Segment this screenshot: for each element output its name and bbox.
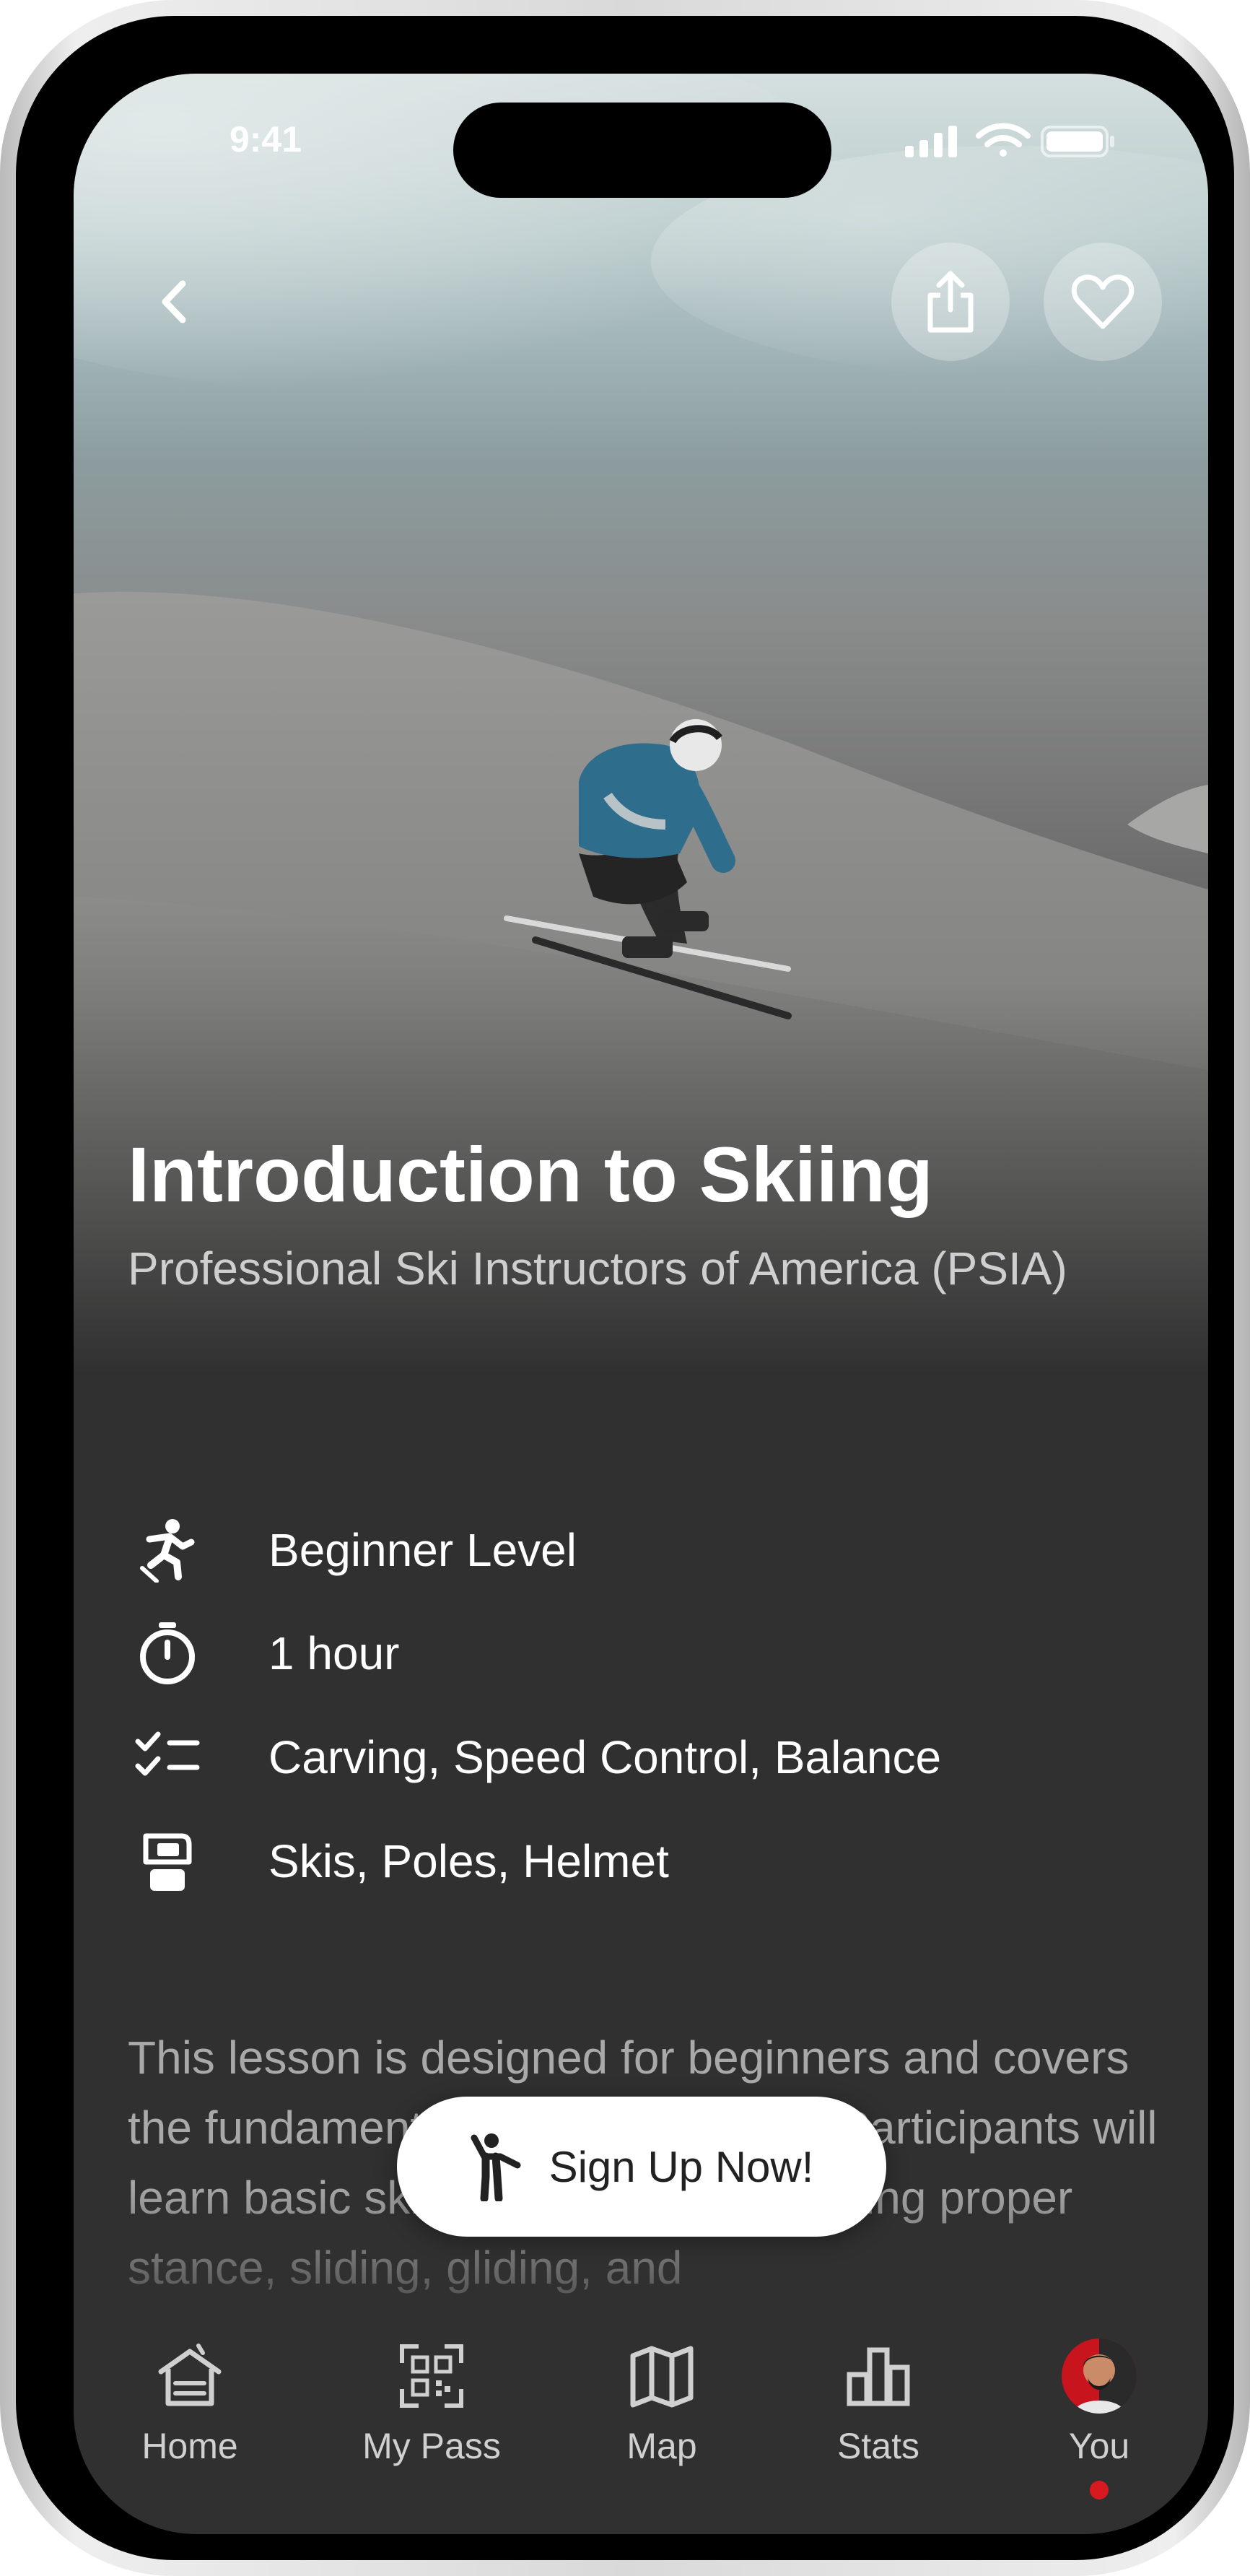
- tab-stats[interactable]: Stats: [795, 2326, 961, 2492]
- share-icon: [927, 271, 974, 333]
- detail-text: 1 hour: [268, 1627, 400, 1679]
- screen: 9:41 Introduction to Skiing Professional…: [74, 74, 1208, 2534]
- tab-label: Stats: [837, 2426, 919, 2466]
- stopwatch-icon: [128, 1614, 207, 1693]
- heart-icon: [1071, 274, 1135, 329]
- phone-bezel: 9:41 Introduction to Skiing Professional…: [16, 16, 1234, 2560]
- back-button[interactable]: [117, 243, 235, 361]
- wifi-icon: [976, 123, 1031, 157]
- lesson-title: Introduction to Skiing: [128, 1131, 933, 1218]
- detail-text: Beginner Level: [268, 1524, 577, 1576]
- tab-map[interactable]: Map: [579, 2326, 745, 2492]
- detail-duration: 1 hour: [128, 1614, 1174, 1693]
- tab-label: My Pass: [362, 2426, 501, 2466]
- tab-label: Home: [141, 2426, 238, 2466]
- tab-label: You: [1068, 2426, 1130, 2466]
- tab-home[interactable]: Home: [107, 2326, 273, 2492]
- battery-icon: [1041, 126, 1114, 157]
- tab-bar: Home My Pass Map Stats You: [74, 2326, 1208, 2534]
- map-icon: [622, 2336, 702, 2416]
- detail-text: Carving, Speed Control, Balance: [268, 1731, 942, 1783]
- detail-skills: Carving, Speed Control, Balance: [128, 1718, 1174, 1797]
- skier-icon: [128, 1510, 207, 1590]
- dynamic-island: [453, 103, 831, 198]
- share-button[interactable]: [891, 243, 1010, 361]
- checklist-icon: [128, 1718, 207, 1797]
- person-signup-icon: [471, 2133, 521, 2201]
- status-icons: [905, 118, 1122, 162]
- sign-up-button[interactable]: Sign Up Now!: [397, 2097, 886, 2237]
- qr-code-icon: [392, 2336, 471, 2416]
- detail-text: Skis, Poles, Helmet: [268, 1835, 669, 1887]
- lesson-provider: Professional Ski Instructors of America …: [128, 1243, 1067, 1294]
- status-time: 9:41: [229, 119, 302, 160]
- home-icon: [150, 2336, 230, 2416]
- tab-you[interactable]: You: [1016, 2326, 1182, 2499]
- bar-chart-icon: [839, 2336, 918, 2416]
- sign-up-label: Sign Up Now!: [548, 2142, 814, 2191]
- cellular-signal-icon: [905, 126, 957, 157]
- favorite-button[interactable]: [1044, 243, 1162, 361]
- avatar: [1062, 2338, 1137, 2414]
- chevron-left-icon: [162, 280, 186, 323]
- detail-level: Beginner Level: [128, 1510, 1174, 1590]
- ski-gear-icon: [128, 1822, 207, 1901]
- tab-my-pass[interactable]: My Pass: [349, 2326, 515, 2492]
- tab-label: Map: [626, 2426, 697, 2466]
- active-tab-indicator: [1090, 2481, 1109, 2499]
- phone-frame: 9:41 Introduction to Skiing Professional…: [0, 0, 1250, 2576]
- detail-equipment: Skis, Poles, Helmet: [128, 1822, 1174, 1901]
